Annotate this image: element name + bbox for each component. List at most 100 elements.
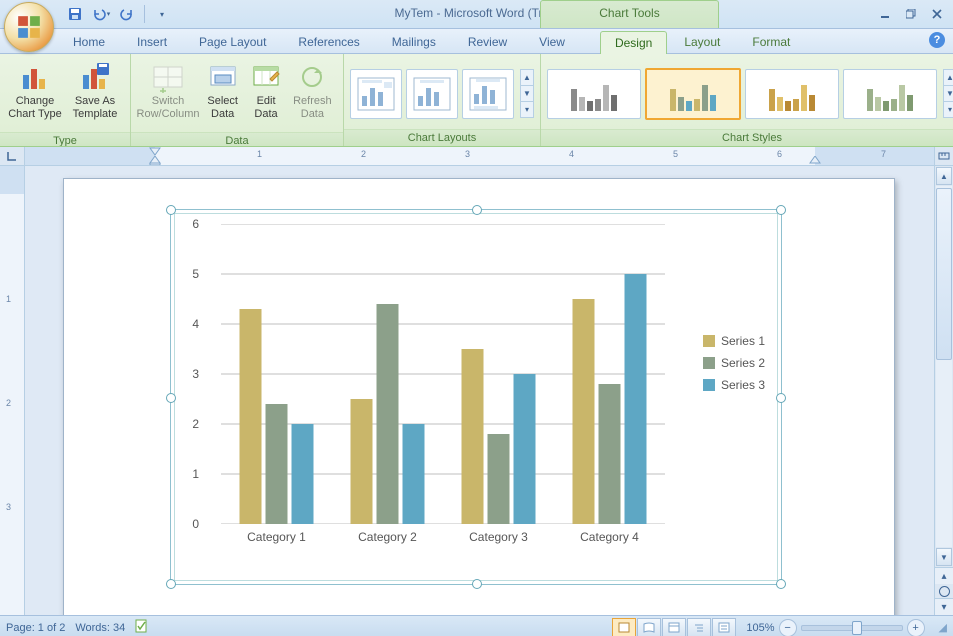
reading-icon bbox=[643, 622, 655, 633]
tab-view[interactable]: View bbox=[524, 30, 580, 53]
web-layout-view-button[interactable] bbox=[662, 618, 686, 636]
gallery-down-button[interactable]: ▼ bbox=[943, 86, 953, 102]
refresh-data-button: Refresh Data bbox=[288, 58, 337, 132]
proofing-icon bbox=[135, 619, 151, 633]
previous-page-button[interactable]: ▴ bbox=[935, 567, 953, 584]
office-logo-icon bbox=[16, 14, 42, 40]
select-data-button[interactable]: Select Data bbox=[201, 58, 244, 132]
zoom-slider-thumb[interactable] bbox=[852, 621, 862, 635]
full-screen-reading-view-button[interactable] bbox=[637, 618, 661, 636]
resize-grip[interactable]: ◢ bbox=[939, 621, 947, 634]
chevron-down-icon: ▾ bbox=[160, 10, 164, 19]
chart-layout-2[interactable] bbox=[406, 69, 458, 119]
zoom-in-button[interactable]: + bbox=[907, 619, 925, 636]
refresh-icon bbox=[296, 61, 328, 93]
chart-layouts-scroll: ▲ ▼ ▾ bbox=[520, 69, 534, 119]
restore-button[interactable] bbox=[899, 4, 923, 24]
chart-layout-1[interactable] bbox=[350, 69, 402, 119]
ruler-toggle-button[interactable] bbox=[934, 147, 953, 165]
zoom-slider[interactable] bbox=[801, 625, 903, 631]
outline-icon bbox=[693, 622, 705, 633]
document-area[interactable]: 6 5 4 3 2 1 0 bbox=[25, 166, 934, 615]
ruler-toggle-icon bbox=[938, 150, 950, 162]
gallery-more-button[interactable]: ▾ bbox=[520, 102, 534, 118]
right-indent-icon[interactable] bbox=[809, 156, 821, 165]
outline-view-button[interactable] bbox=[687, 618, 711, 636]
tab-mailings[interactable]: Mailings bbox=[377, 30, 451, 53]
gallery-up-button[interactable]: ▲ bbox=[520, 69, 534, 86]
workspace: 1 2 3 6 5 4 3 2 1 0 bbox=[0, 166, 953, 615]
minimize-icon bbox=[880, 9, 890, 19]
ribbon: Change Chart Type Save As Template Type … bbox=[0, 54, 953, 147]
vertical-scrollbar: ▲ ▼ ▴ ▾ bbox=[934, 166, 953, 615]
save-button[interactable] bbox=[64, 3, 86, 25]
tab-review[interactable]: Review bbox=[453, 30, 522, 53]
gallery-down-button[interactable]: ▼ bbox=[520, 86, 534, 102]
horizontal-ruler[interactable]: 1 2 3 4 5 6 7 bbox=[25, 147, 934, 165]
zoom-level[interactable]: 105% bbox=[746, 622, 774, 634]
zoom-out-button[interactable]: − bbox=[779, 619, 797, 636]
ribbon-tabs: Home Insert Page Layout References Maili… bbox=[0, 29, 953, 54]
tab-format[interactable]: Format bbox=[737, 30, 805, 53]
edit-data-icon bbox=[250, 61, 282, 93]
redo-button[interactable] bbox=[116, 3, 138, 25]
tab-page-layout[interactable]: Page Layout bbox=[184, 30, 281, 53]
group-chart-layouts: ▲ ▼ ▾ Chart Layouts bbox=[344, 54, 541, 146]
group-label-data: Data bbox=[131, 132, 343, 147]
minimize-button[interactable] bbox=[873, 4, 897, 24]
browse-object-button[interactable] bbox=[935, 584, 953, 598]
group-chart-styles: ▲ ▼ ▾ Chart Styles bbox=[541, 54, 953, 146]
chart-style-4[interactable] bbox=[843, 69, 937, 119]
scroll-track[interactable] bbox=[936, 186, 952, 547]
group-label-type: Type bbox=[0, 132, 130, 147]
tab-layout[interactable]: Layout bbox=[669, 30, 735, 53]
undo-button[interactable]: ▾ bbox=[90, 3, 112, 25]
hanging-indent-icon[interactable] bbox=[149, 156, 161, 165]
print-layout-icon bbox=[618, 622, 630, 633]
group-label-chart-styles: Chart Styles bbox=[541, 129, 953, 146]
gallery-up-button[interactable]: ▲ bbox=[943, 69, 953, 86]
tab-design[interactable]: Design bbox=[600, 31, 667, 54]
status-page[interactable]: Page: 1 of 2 bbox=[6, 622, 65, 634]
tab-stop-icon bbox=[6, 150, 18, 162]
switch-row-column-icon bbox=[152, 61, 184, 93]
change-chart-type-button[interactable]: Change Chart Type bbox=[6, 58, 64, 132]
status-proofing-button[interactable] bbox=[135, 619, 151, 636]
next-page-button[interactable]: ▾ bbox=[935, 598, 953, 615]
tab-home[interactable]: Home bbox=[58, 30, 120, 53]
help-button[interactable]: ? bbox=[929, 32, 945, 48]
print-layout-view-button[interactable] bbox=[612, 618, 636, 636]
chart-style-3[interactable] bbox=[745, 69, 839, 119]
draft-view-button[interactable] bbox=[712, 618, 736, 636]
scroll-down-button[interactable]: ▼ bbox=[936, 548, 952, 566]
tab-references[interactable]: References bbox=[283, 30, 374, 53]
chart-legend: Series 1 Series 2 Series 3 bbox=[703, 330, 765, 396]
close-button[interactable] bbox=[925, 4, 949, 24]
gallery-more-button[interactable]: ▾ bbox=[943, 102, 953, 118]
scroll-up-button[interactable]: ▲ bbox=[936, 167, 952, 185]
save-as-template-button[interactable]: Save As Template bbox=[66, 58, 124, 132]
restore-icon bbox=[906, 9, 916, 19]
draft-icon bbox=[718, 622, 730, 633]
chart-style-2[interactable] bbox=[645, 68, 741, 120]
switch-row-column-button: Switch Row/Column bbox=[137, 58, 199, 132]
tab-insert[interactable]: Insert bbox=[122, 30, 182, 53]
chart-style-1[interactable] bbox=[547, 69, 641, 119]
qat-customize-button[interactable]: ▾ bbox=[151, 3, 173, 25]
status-bar: Page: 1 of 2 Words: 34 105% − + ◢ bbox=[0, 615, 953, 636]
group-type: Change Chart Type Save As Template Type bbox=[0, 54, 131, 146]
vertical-ruler[interactable]: 1 2 3 bbox=[0, 166, 25, 615]
tab-selector[interactable] bbox=[0, 147, 25, 165]
legend-swatch-icon bbox=[703, 379, 715, 391]
close-icon bbox=[932, 9, 942, 19]
chart-object[interactable]: 6 5 4 3 2 1 0 bbox=[170, 209, 782, 585]
zoom-controls: 105% − + bbox=[746, 619, 924, 636]
office-button[interactable] bbox=[4, 2, 54, 52]
status-words[interactable]: Words: 34 bbox=[75, 622, 125, 634]
chart-layout-3[interactable] bbox=[462, 69, 514, 119]
title-bar: ▾ ▾ MyTem - Microsoft Word (Trial) Chart… bbox=[0, 0, 953, 29]
web-layout-icon bbox=[668, 622, 680, 633]
scroll-thumb[interactable] bbox=[936, 188, 952, 360]
group-label-chart-layouts: Chart Layouts bbox=[344, 129, 540, 146]
edit-data-button[interactable]: Edit Data bbox=[246, 58, 285, 132]
